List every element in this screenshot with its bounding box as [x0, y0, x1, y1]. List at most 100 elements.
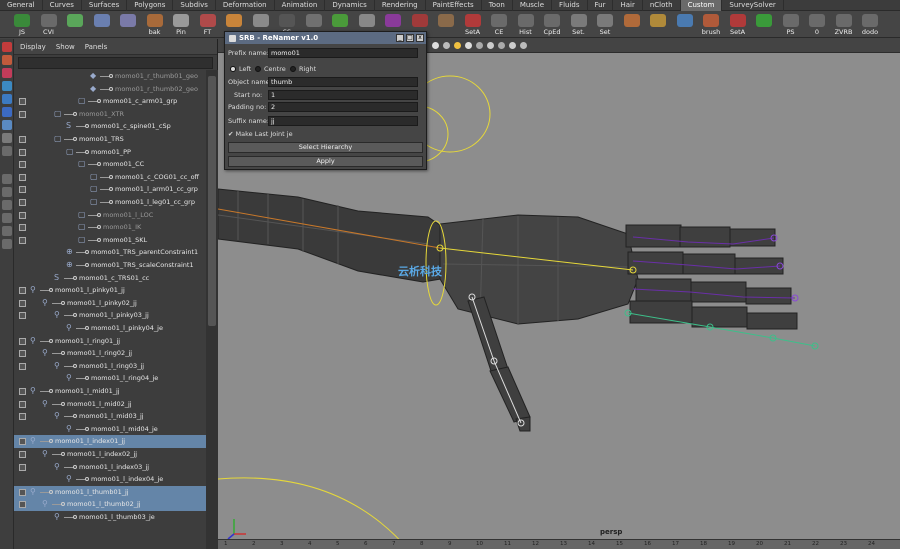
outliner-row[interactable]: ⚲ momo01_l_pinky01_jj	[14, 284, 206, 297]
outliner-row[interactable]: ◆ momo01_r_thumb01_geo	[14, 70, 206, 83]
outliner-row[interactable]: ▢ momo01_SKL	[14, 234, 206, 247]
shelf-button-26[interactable]: brush	[701, 14, 721, 36]
shelf-tab-custom[interactable]: Custom	[680, 0, 723, 11]
outliner-row[interactable]: ⚲ momo01_l_ring01_jj	[14, 335, 206, 348]
expand-toggle-icon[interactable]	[19, 299, 26, 307]
shelf-tab-deformation[interactable]: Deformation	[216, 0, 275, 11]
shelf-tab-toon[interactable]: Toon	[482, 0, 513, 11]
outliner-row[interactable]: ▢ momo01_TRS	[14, 133, 206, 146]
expand-toggle-icon[interactable]	[19, 312, 26, 320]
shelf-button-27[interactable]: SetA	[728, 14, 748, 36]
expand-toggle-icon[interactable]	[19, 224, 26, 232]
shelf-tab-hair[interactable]: Hair	[613, 0, 643, 11]
outliner-filter-field[interactable]	[18, 57, 213, 69]
shelf-button-28[interactable]	[754, 14, 774, 34]
lasso-tool-icon[interactable]	[2, 55, 12, 65]
start-field[interactable]: 1	[268, 90, 418, 100]
outliner-row[interactable]: ⚲ momo01_l_mid03_jj	[14, 410, 206, 423]
shelf-button-5[interactable]: bak	[145, 14, 165, 36]
outliner-row[interactable]: ⚲ momo01_l_thumb03_je	[14, 511, 206, 524]
outliner-row[interactable]: ▢ momo01_XTR	[14, 108, 206, 121]
outliner-list[interactable]: ◆ momo01_r_thumb01_geo ◆ momo01_r_thumb02_g…	[14, 70, 206, 549]
select-hierarchy-button[interactable]: Select Hierarchy	[228, 142, 423, 153]
padding-field[interactable]: 2	[268, 102, 418, 112]
layout-single-icon[interactable]	[2, 174, 12, 184]
outliner-row[interactable]: ⚲ momo01_l_index03_jj	[14, 461, 206, 474]
rotate-tool-icon[interactable]	[2, 94, 12, 104]
shelf-tab-subdivs[interactable]: Subdivs	[173, 0, 216, 11]
outliner-row[interactable]: ▢ momo01_c_arm01_grp	[14, 95, 206, 108]
move-tool-icon[interactable]	[2, 81, 12, 91]
shelf-button-18[interactable]: CE	[489, 14, 509, 36]
shelf-tab-painteffects[interactable]: PaintEffects	[426, 0, 482, 11]
minimize-icon[interactable]: _	[396, 34, 404, 42]
last-tool-icon[interactable]	[2, 146, 12, 156]
apply-button[interactable]: Apply	[228, 156, 423, 167]
expand-toggle-icon[interactable]	[19, 451, 26, 458]
outliner-row[interactable]: ▢ momo01_IK	[14, 221, 206, 234]
outliner-row[interactable]: ▢ momo01_CC	[14, 158, 206, 171]
outliner-scroll-thumb[interactable]	[208, 76, 216, 326]
side-centre-radio[interactable]: Centre	[255, 65, 286, 73]
shelf-button-2[interactable]	[65, 14, 85, 34]
shelf-button-1[interactable]: CVI	[39, 14, 59, 36]
layout-hypershade-icon[interactable]	[2, 239, 12, 249]
shelf-tab-dynamics[interactable]: Dynamics	[325, 0, 375, 11]
object-field[interactable]: thumb	[268, 77, 418, 87]
suffix-field[interactable]: jj	[268, 116, 418, 126]
shelf-button-4[interactable]	[118, 14, 138, 34]
shelf-tab-rendering[interactable]: Rendering	[375, 0, 426, 11]
expand-toggle-icon[interactable]	[19, 362, 26, 370]
close-icon[interactable]: x	[416, 34, 424, 42]
outliner-menu-panels[interactable]: Panels	[85, 43, 108, 51]
expand-toggle-icon[interactable]	[19, 173, 26, 181]
outliner-row[interactable]: ⚲ momo01_l_thumb02_jj	[14, 498, 206, 511]
outliner-row[interactable]: ▢ momo01_l_arm01_cc_grp	[14, 183, 206, 196]
layout-graph-icon[interactable]	[2, 226, 12, 236]
expand-toggle-icon[interactable]	[19, 350, 26, 358]
expand-toggle-icon[interactable]	[19, 501, 26, 509]
expand-toggle-icon[interactable]	[19, 199, 26, 206]
shelf-tab-ncloth[interactable]: nCloth	[643, 0, 681, 11]
outliner-row[interactable]: ⚲ momo01_l_ring04_je	[14, 372, 206, 385]
shelf-tab-animation[interactable]: Animation	[275, 0, 326, 11]
shelf-tab-surfaces[interactable]: Surfaces	[82, 0, 128, 11]
layout-four-icon[interactable]	[2, 187, 12, 197]
prefix-field[interactable]: momo01	[268, 48, 418, 58]
layout-two-icon[interactable]	[2, 200, 12, 210]
shelf-button-20[interactable]: CpEd	[542, 14, 562, 36]
shelf-button-3[interactable]	[92, 14, 112, 34]
expand-toggle-icon[interactable]	[19, 98, 26, 106]
outliner-row[interactable]: ⚲ momo01_l_index04_je	[14, 473, 206, 486]
outliner-row[interactable]: ⊕ momo01_TRS_parentConstraint1	[14, 246, 206, 259]
outliner-row[interactable]: ▢ momo01_c_COG01_cc_off	[14, 171, 206, 184]
outliner-scrollbar[interactable]	[206, 70, 218, 549]
shelf-tab-polygons[interactable]: Polygons	[127, 0, 174, 11]
shelf-button-22[interactable]: Set	[595, 14, 615, 36]
layout-outliner-icon[interactable]	[2, 213, 12, 223]
expand-toggle-icon[interactable]	[19, 236, 26, 244]
dialog-title-bar[interactable]: SRB - ReNamer v1.0 _ □ x	[225, 32, 426, 44]
expand-toggle-icon[interactable]	[19, 186, 26, 194]
outliner-row[interactable]: Smomo01_c_TRS01_cc	[14, 272, 206, 285]
outliner-row[interactable]: Smomo01_c_spine01_cSp	[14, 120, 206, 133]
outliner-menu-show[interactable]: Show	[56, 43, 75, 51]
paint-select-icon[interactable]	[2, 68, 12, 78]
shelf-button-25[interactable]	[675, 14, 695, 34]
outliner-row[interactable]: ▢ momo01_l_LOC	[14, 209, 206, 222]
shelf-button-31[interactable]: ZVRB	[834, 14, 854, 36]
outliner-row[interactable]: ⚲ momo01_l_ring02_jj	[14, 347, 206, 360]
expand-toggle-icon[interactable]	[19, 463, 26, 471]
outliner-row[interactable]: ▢ momo01_l_leg01_cc_grp	[14, 196, 206, 209]
outliner-row[interactable]: ⚲ momo01_l_thumb01_jj	[14, 485, 206, 499]
shelf-button-16[interactable]	[436, 14, 456, 34]
outliner-row[interactable]: ⚲ momo01_l_pinky02_jj	[14, 297, 206, 310]
maximize-icon[interactable]: □	[406, 34, 414, 42]
outliner-row[interactable]: ⊕ momo01_TRS_scaleConstraint1	[14, 259, 206, 272]
shelf-button-0[interactable]: JS	[12, 14, 32, 36]
outliner-row[interactable]: ⚲ momo01_l_mid01_jj	[14, 385, 206, 398]
expand-toggle-icon[interactable]	[19, 400, 26, 408]
outliner-row[interactable]: ⚲ momo01_l_pinky03_jj	[14, 309, 206, 322]
expand-toggle-icon[interactable]	[19, 413, 26, 421]
expand-toggle-icon[interactable]	[19, 287, 26, 295]
